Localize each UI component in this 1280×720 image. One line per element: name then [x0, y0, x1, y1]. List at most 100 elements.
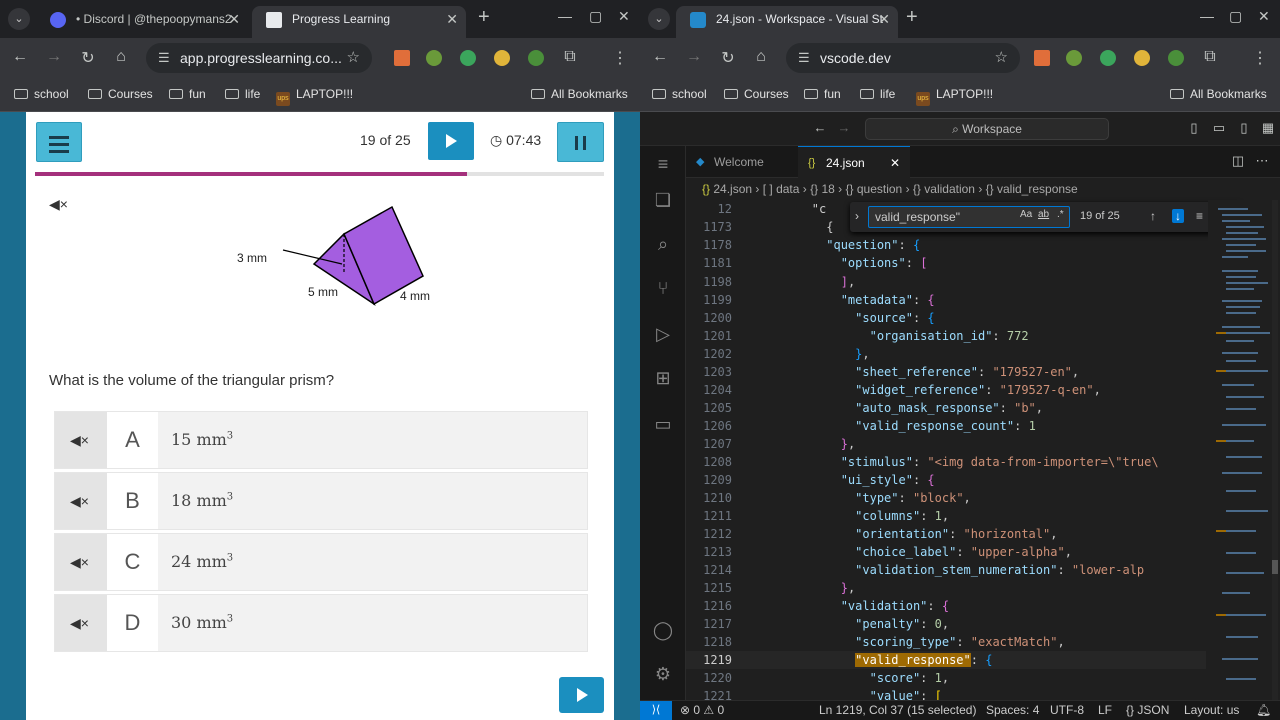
- bookmark-laptop[interactable]: ups LAPTOP!!!: [916, 87, 993, 106]
- answer-option-c[interactable]: ◀× C 24 mm3: [54, 533, 588, 591]
- menu-dots-icon[interactable]: ⋮: [610, 48, 630, 68]
- close-window-icon[interactable]: ✕: [1258, 8, 1270, 25]
- extension-icon[interactable]: [1034, 50, 1050, 66]
- extension-icon[interactable]: [528, 50, 544, 66]
- bookmark-star-icon[interactable]: ☆: [347, 43, 360, 73]
- option-audio-button[interactable]: ◀×: [55, 473, 107, 529]
- extension-icon[interactable]: [1168, 50, 1184, 66]
- maximize-icon[interactable]: ▢: [1229, 8, 1242, 25]
- extension-icon[interactable]: [1134, 50, 1150, 66]
- extension-icon[interactable]: [1066, 50, 1082, 66]
- toggle-panel-icon[interactable]: ▭: [1209, 120, 1229, 136]
- address-bar[interactable]: ☰ app.progresslearning.co... ☆: [146, 43, 372, 73]
- extension-icon[interactable]: [426, 50, 442, 66]
- menu-dots-icon[interactable]: ⋮: [1250, 48, 1270, 68]
- reload-icon[interactable]: ↻: [78, 48, 98, 68]
- toggle-sidebar-icon[interactable]: ▯: [1184, 120, 1204, 136]
- language-mode[interactable]: {} JSON: [1126, 703, 1169, 717]
- forward-icon[interactable]: →: [44, 48, 64, 66]
- bookmark-life[interactable]: life: [860, 87, 895, 101]
- close-icon[interactable]: ✕: [878, 6, 890, 32]
- all-bookmarks[interactable]: All Bookmarks: [1170, 87, 1267, 101]
- tab-welcome[interactable]: ◆ Welcome: [686, 146, 798, 178]
- extensions-icon[interactable]: ⊞: [652, 368, 674, 389]
- breadcrumb-item[interactable]: question: [857, 182, 902, 196]
- toggle-replace-icon[interactable]: ›: [855, 209, 859, 223]
- menu-button[interactable]: [36, 122, 82, 162]
- breadcrumb-item[interactable]: valid_response: [997, 182, 1078, 196]
- source-control-icon[interactable]: ⑂: [652, 278, 674, 299]
- bookmark-fun[interactable]: fun: [804, 87, 841, 101]
- bookmark-laptop[interactable]: ups LAPTOP!!!: [276, 87, 353, 106]
- extension-icon[interactable]: [1100, 50, 1116, 66]
- option-audio-button[interactable]: ◀×: [55, 534, 107, 590]
- explorer-icon[interactable]: ❏: [652, 190, 674, 211]
- mute-icon[interactable]: ◀×: [49, 196, 68, 213]
- option-audio-button[interactable]: ◀×: [55, 595, 107, 651]
- minimize-icon[interactable]: —: [1200, 8, 1214, 24]
- bookmark-fun[interactable]: fun: [169, 87, 206, 101]
- end-of-line[interactable]: LF: [1098, 703, 1112, 717]
- whole-word-toggle[interactable]: ab: [1038, 209, 1049, 220]
- tab-discord[interactable]: • Discord | @thepoopymans2 ✕: [36, 6, 248, 38]
- notifications-bell-icon[interactable]: 🔔︎: [1256, 703, 1271, 717]
- breadcrumb-item[interactable]: data: [776, 182, 799, 196]
- tab-search-dropdown[interactable]: ⌄: [648, 8, 670, 30]
- encoding[interactable]: UTF-8: [1050, 703, 1084, 717]
- bookmark-courses[interactable]: Courses: [88, 87, 153, 101]
- command-center[interactable]: ⌕ Workspace: [865, 118, 1109, 140]
- site-info-icon[interactable]: ☰: [798, 43, 810, 73]
- back-icon[interactable]: ←: [10, 48, 30, 66]
- indentation[interactable]: Spaces: 4: [986, 703, 1039, 717]
- extension-icon[interactable]: [460, 50, 476, 66]
- new-tab-button[interactable]: +: [478, 6, 490, 29]
- bookmark-star-icon[interactable]: ☆: [995, 43, 1008, 73]
- bookmark-school[interactable]: school: [14, 87, 69, 101]
- cursor-position[interactable]: Ln 1219, Col 37 (15 selected): [819, 703, 976, 717]
- extensions-puzzle-icon[interactable]: ⧉: [560, 48, 580, 66]
- problems-indicator[interactable]: ⊗ 0 ⚠ 0: [680, 703, 724, 717]
- tab-search-dropdown[interactable]: ⌄: [8, 8, 30, 30]
- all-bookmarks[interactable]: All Bookmarks: [531, 87, 628, 101]
- toggle-secondary-sidebar-icon[interactable]: ▯: [1234, 120, 1254, 136]
- new-tab-button[interactable]: +: [906, 6, 918, 29]
- back-icon[interactable]: ←: [650, 48, 670, 66]
- tab-24-json[interactable]: {} 24.json ✕: [798, 146, 910, 178]
- tab-vscode[interactable]: 24.json - Workspace - Visual St ✕: [676, 6, 898, 38]
- code-editor[interactable]: 12 "c 1173 { 1178 "question": { 1181 "op…: [686, 200, 1280, 703]
- answer-option-a[interactable]: ◀× A 15 mm3: [54, 411, 588, 469]
- bookmark-life[interactable]: life: [225, 87, 260, 101]
- find-in-selection-icon[interactable]: ≡: [1196, 209, 1203, 223]
- option-audio-button[interactable]: ◀×: [55, 412, 107, 468]
- home-icon[interactable]: ⌂: [751, 48, 771, 66]
- remote-indicator[interactable]: ⟩⟨: [640, 701, 672, 720]
- bookmark-courses[interactable]: Courses: [724, 87, 789, 101]
- vscode-forward-icon[interactable]: →: [834, 120, 854, 135]
- breadcrumb-item[interactable]: validation: [924, 182, 975, 196]
- remote-explorer-icon[interactable]: ▭: [652, 414, 674, 435]
- previous-match-icon[interactable]: ↑: [1150, 209, 1156, 223]
- run-debug-icon[interactable]: ▷: [652, 324, 674, 345]
- minimize-icon[interactable]: —: [558, 8, 572, 24]
- extensions-puzzle-icon[interactable]: ⧉: [1200, 48, 1220, 66]
- match-case-toggle[interactable]: Aa: [1020, 209, 1032, 220]
- address-bar[interactable]: ☰ vscode.dev ☆: [786, 43, 1020, 73]
- account-icon[interactable]: ◯: [652, 620, 674, 641]
- home-icon[interactable]: ⌂: [111, 48, 131, 66]
- reload-icon[interactable]: ↻: [718, 48, 738, 68]
- menu-icon[interactable]: ≡: [652, 154, 674, 175]
- bookmark-school[interactable]: school: [652, 87, 707, 101]
- customize-layout-icon[interactable]: ▦: [1258, 120, 1278, 136]
- answer-option-b[interactable]: ◀× B 18 mm3: [54, 472, 588, 530]
- next-button[interactable]: [559, 677, 604, 713]
- breadcrumb-item[interactable]: 18: [821, 182, 834, 196]
- close-icon[interactable]: ✕: [890, 147, 900, 179]
- next-match-icon[interactable]: ↓: [1172, 209, 1184, 223]
- site-info-icon[interactable]: ☰: [158, 43, 170, 73]
- answer-option-d[interactable]: ◀× D 30 mm3: [54, 594, 588, 652]
- split-editor-icon[interactable]: ◫: [1228, 153, 1248, 169]
- search-icon[interactable]: ⌕: [652, 234, 674, 255]
- vscode-back-icon[interactable]: ←: [810, 120, 830, 135]
- close-window-icon[interactable]: ✕: [618, 8, 630, 25]
- close-icon[interactable]: ✕: [446, 6, 458, 32]
